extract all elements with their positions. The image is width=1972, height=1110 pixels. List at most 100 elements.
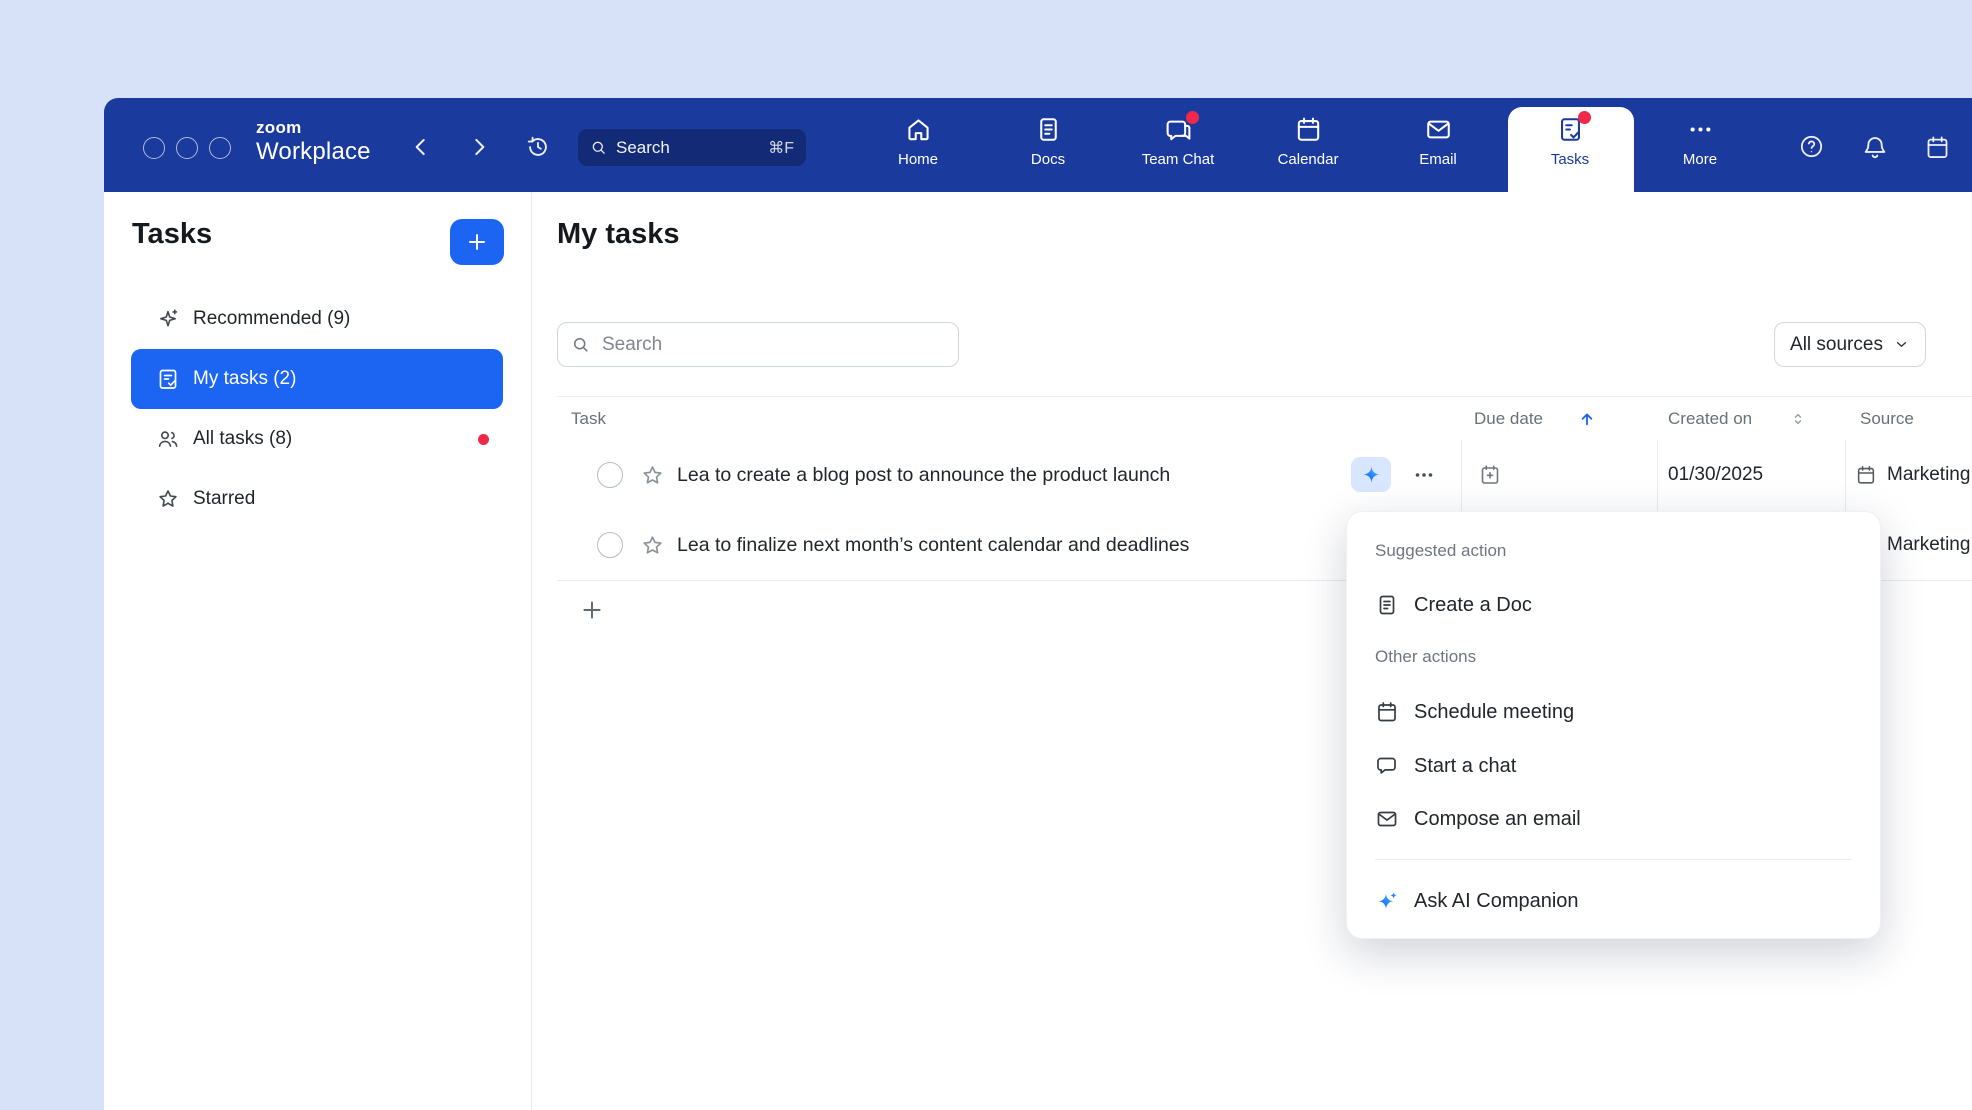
task-title: Lea to create a blog post to announce th… — [677, 440, 1170, 510]
add-task-button[interactable] — [450, 219, 504, 265]
ai-sparkle-icon — [1361, 464, 1382, 485]
star-icon — [156, 487, 180, 511]
global-search-placeholder: Search — [616, 138, 670, 158]
task-checkbox[interactable] — [597, 462, 623, 488]
column-header-source[interactable]: Source — [1860, 409, 1914, 429]
docs-icon — [1034, 115, 1063, 144]
email-icon — [1424, 115, 1453, 144]
menu-item-schedule-meeting[interactable]: Schedule meeting — [1375, 691, 1860, 733]
notification-dot — [478, 434, 489, 445]
menu-item-label: Create a Doc — [1414, 594, 1532, 617]
task-search — [557, 322, 959, 367]
task-list-icon — [156, 367, 180, 391]
nav-calendar[interactable]: Calendar — [1246, 98, 1370, 192]
menu-item-label: Ask AI Companion — [1414, 890, 1579, 913]
star-icon[interactable] — [640, 463, 665, 488]
search-icon — [571, 335, 590, 354]
sidebar-item-all-tasks[interactable]: All tasks (8) — [131, 409, 503, 469]
search-icon — [590, 139, 607, 156]
task-source-label: Marketing — [1887, 534, 1970, 556]
sidebar-item-recommended[interactable]: Recommended (9) — [131, 289, 503, 349]
zoom-workplace-logo: zoom Workplace — [256, 119, 371, 164]
calendar-icon — [1855, 464, 1877, 486]
sidebar-item-my-tasks[interactable]: My tasks (2) — [131, 349, 503, 409]
column-header-due-date[interactable]: Due date — [1474, 409, 1543, 429]
task-title: Lea to finalize next month’s content cal… — [677, 510, 1189, 580]
menu-item-ask-ai-companion[interactable]: Ask AI Companion — [1375, 880, 1860, 922]
nav-label: Team Chat — [1142, 151, 1215, 168]
history-icon[interactable] — [525, 134, 551, 160]
nav-email[interactable]: Email — [1376, 98, 1500, 192]
forward-chevron-icon[interactable] — [466, 134, 492, 160]
ai-sparkle-icon — [1375, 889, 1399, 913]
menu-section-header: Other actions — [1375, 647, 1476, 667]
star-icon[interactable] — [640, 533, 665, 558]
nav-label: Email — [1419, 151, 1457, 168]
tasks-icon — [1556, 115, 1585, 144]
menu-item-label: Compose an email — [1414, 808, 1581, 831]
calendar-icon — [1375, 700, 1399, 724]
nav-tasks[interactable]: Tasks — [1508, 98, 1632, 192]
task-source[interactable]: Marketing — [1855, 440, 1972, 510]
window-control[interactable] — [176, 137, 198, 159]
menu-item-label: Start a chat — [1414, 755, 1516, 778]
add-due-date-icon[interactable] — [1478, 463, 1502, 487]
column-header-created-on[interactable]: Created on — [1668, 409, 1752, 429]
nav-docs[interactable]: Docs — [986, 98, 1110, 192]
sources-filter-label: All sources — [1790, 334, 1883, 356]
sidebar-menu: Recommended (9) My tasks (2) All tasks (… — [131, 289, 503, 529]
calendar-icon — [1294, 115, 1323, 144]
more-icon — [1686, 115, 1715, 144]
sidebar-item-label: Recommended (9) — [193, 308, 350, 330]
plus-icon — [465, 230, 489, 254]
nav-more[interactable]: More — [1638, 98, 1762, 192]
team-chat-icon — [1164, 115, 1193, 144]
people-icon — [156, 427, 180, 451]
topbar: zoom Workplace Search ⌘F — [104, 98, 1972, 192]
column-header-task[interactable]: Task — [571, 409, 606, 429]
sidebar-item-label: Starred — [193, 488, 255, 510]
plus-icon — [579, 597, 605, 623]
back-chevron-icon[interactable] — [408, 134, 434, 160]
logo-workplace-text: Workplace — [256, 140, 371, 164]
menu-item-create-doc[interactable]: Create a Doc — [1375, 584, 1860, 626]
calendar-icon[interactable] — [1924, 134, 1951, 161]
nav-label: More — [1683, 151, 1717, 168]
ai-companion-button[interactable] — [1351, 457, 1391, 492]
global-search[interactable]: Search ⌘F — [578, 129, 806, 166]
new-task-plus-button[interactable] — [579, 597, 605, 623]
sidebar-item-starred[interactable]: Starred — [131, 469, 503, 529]
more-actions-icon[interactable] — [1412, 463, 1436, 487]
sparkles-icon — [156, 307, 180, 331]
sort-toggle-icon[interactable] — [1789, 410, 1807, 428]
chat-bubble-icon — [1375, 754, 1399, 778]
home-icon — [904, 115, 933, 144]
nav-team-chat[interactable]: Team Chat — [1116, 98, 1240, 192]
window-control[interactable] — [143, 137, 165, 159]
notification-dot — [1578, 111, 1591, 124]
screen: zoom Workplace Search ⌘F — [0, 0, 1972, 1110]
table-header: Task Due date Created on Source — [557, 396, 1972, 442]
window-control[interactable] — [209, 137, 231, 159]
help-icon[interactable] — [1798, 133, 1825, 160]
chevron-down-icon — [1893, 336, 1910, 353]
sort-ascending-icon[interactable] — [1577, 409, 1597, 429]
search-shortcut: ⌘F — [768, 138, 794, 158]
sidebar-item-label: My tasks (2) — [193, 368, 296, 390]
sources-filter-dropdown[interactable]: All sources — [1774, 322, 1926, 367]
page-title: My tasks — [557, 218, 680, 251]
nav-label: Home — [898, 151, 938, 168]
sidebar-item-label: All tasks (8) — [193, 428, 292, 450]
nav-label: Calendar — [1278, 151, 1339, 168]
nav-home[interactable]: Home — [856, 98, 980, 192]
menu-item-compose-email[interactable]: Compose an email — [1375, 798, 1860, 840]
task-checkbox[interactable] — [597, 532, 623, 558]
menu-section-header: Suggested action — [1375, 541, 1506, 561]
table-row: Lea to create a blog post to announce th… — [557, 440, 1972, 511]
menu-item-start-chat[interactable]: Start a chat — [1375, 745, 1860, 787]
bell-icon[interactable] — [1861, 133, 1889, 161]
suggested-actions-menu: Suggested action Create a Doc Other acti… — [1346, 511, 1881, 939]
envelope-icon — [1375, 807, 1399, 831]
menu-divider — [1375, 859, 1852, 860]
task-search-input[interactable] — [600, 333, 945, 357]
